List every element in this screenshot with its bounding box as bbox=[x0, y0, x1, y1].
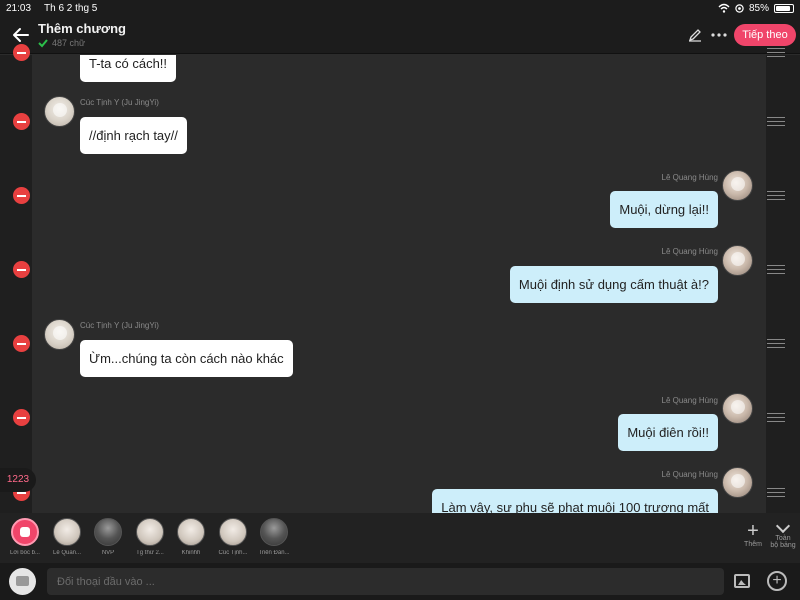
character-label: Khinhh bbox=[181, 550, 201, 556]
character-avatar bbox=[94, 518, 122, 546]
delete-message-button[interactable] bbox=[13, 261, 30, 278]
more-icon[interactable] bbox=[710, 28, 728, 42]
speaker-name: Lê Quang Hùng bbox=[661, 173, 719, 182]
check-icon bbox=[38, 39, 48, 48]
character-avatar bbox=[177, 518, 205, 546]
character-item[interactable]: Khinhh bbox=[168, 518, 214, 556]
message-bubble[interactable]: Làm vậy, sư phụ sẽ phạt muội 100 trượng … bbox=[432, 489, 718, 513]
drag-handle-icon[interactable] bbox=[767, 265, 785, 274]
chevron-down-icon bbox=[775, 518, 791, 534]
message-bubble[interactable]: //định rạch tay// bbox=[80, 117, 187, 154]
character-item[interactable]: Triển Đán... bbox=[251, 518, 297, 556]
plus-icon: + bbox=[747, 520, 759, 542]
counter-badge[interactable]: 1223 bbox=[0, 468, 36, 492]
drag-handle-icon[interactable] bbox=[767, 191, 785, 200]
message-bubble[interactable]: Ừm...chúng ta còn cách nào khác bbox=[80, 340, 293, 377]
speaker-name: Cúc Tịnh Y (Ju JingYi) bbox=[80, 321, 159, 330]
battery-percent: 85% bbox=[748, 2, 769, 14]
all-characters-button[interactable]: Toàn bộ bảng bbox=[768, 518, 798, 549]
avatar bbox=[722, 393, 753, 424]
avatar bbox=[722, 467, 753, 498]
dialogue-input[interactable] bbox=[47, 568, 724, 595]
top-bar: Thêm chương 487 chữ Tiếp theo bbox=[0, 16, 800, 54]
delete-message-button[interactable] bbox=[13, 409, 30, 426]
avatar bbox=[44, 319, 75, 350]
location-icon bbox=[735, 3, 744, 13]
word-count-row: 487 chữ bbox=[38, 38, 85, 48]
status-time: 21:03 bbox=[6, 2, 32, 14]
delete-message-button[interactable] bbox=[13, 187, 30, 204]
back-arrow-icon[interactable] bbox=[12, 26, 30, 44]
speaker-name: Lê Quang Hùng bbox=[661, 396, 719, 405]
input-bar: + bbox=[0, 563, 800, 600]
status-date: Th 6 2 thg 5 bbox=[44, 2, 98, 14]
character-item[interactable]: NVP bbox=[85, 518, 131, 556]
add-character-button[interactable]: + Thêm bbox=[740, 521, 766, 548]
character-label: Lời bốc b... bbox=[10, 550, 40, 556]
delete-message-button[interactable] bbox=[13, 335, 30, 352]
delete-message-button[interactable] bbox=[13, 113, 30, 130]
speaker-name: Lê Quang Hùng bbox=[661, 247, 719, 256]
status-bar: 21:03 Th 6 2 thg 5 85% bbox=[0, 0, 800, 16]
drag-handle-icon[interactable] bbox=[767, 488, 785, 497]
message-type-icon[interactable] bbox=[9, 568, 36, 595]
word-count: 487 chữ bbox=[52, 38, 86, 48]
message-bubble[interactable]: Muội định sử dụng cấm thuật à!? bbox=[509, 266, 718, 303]
character-narrator[interactable]: Lời bốc b... bbox=[2, 518, 48, 556]
character-label: Triển Đán... bbox=[258, 550, 290, 556]
character-avatar bbox=[260, 518, 288, 546]
all-characters-label-1: Toàn bbox=[775, 535, 791, 542]
chat-area[interactable]: T-ta có cách!! Cúc Tịnh Y (Ju JingYi) //… bbox=[32, 55, 766, 513]
pencil-icon[interactable] bbox=[688, 28, 702, 42]
character-item[interactable]: Tg thứ 2... bbox=[127, 518, 173, 556]
character-label: Cúc Tịnh... bbox=[218, 550, 248, 556]
character-label: Lê Quan... bbox=[52, 550, 82, 556]
character-label: NVP bbox=[101, 550, 115, 556]
page-title: Thêm chương bbox=[38, 21, 126, 36]
drag-handle-icon[interactable] bbox=[767, 117, 785, 126]
add-character-label: Thêm bbox=[744, 541, 762, 548]
character-item[interactable]: Cúc Tịnh... bbox=[210, 518, 256, 556]
message-bubble[interactable]: Muội điên rồi!! bbox=[618, 414, 718, 451]
character-avatar bbox=[219, 518, 247, 546]
plus-circle-icon[interactable]: + bbox=[767, 571, 787, 591]
narration-icon bbox=[11, 518, 39, 546]
all-characters-label-2: bộ bảng bbox=[770, 542, 796, 549]
character-avatar bbox=[53, 518, 81, 546]
drag-handle-icon[interactable] bbox=[767, 48, 785, 57]
drag-handle-icon[interactable] bbox=[767, 339, 785, 348]
speaker-name: Lê Quang Hùng bbox=[661, 470, 719, 479]
wifi-icon bbox=[718, 3, 730, 13]
avatar bbox=[722, 170, 753, 201]
avatar bbox=[722, 245, 753, 276]
message-bubble[interactable]: T-ta có cách!! bbox=[80, 55, 177, 82]
avatar bbox=[44, 96, 75, 127]
image-icon[interactable] bbox=[734, 574, 750, 588]
drag-handle-icon[interactable] bbox=[767, 413, 785, 422]
next-button[interactable]: Tiếp theo bbox=[734, 24, 796, 46]
character-item[interactable]: Lê Quan... bbox=[44, 518, 90, 556]
character-label: Tg thứ 2... bbox=[136, 550, 164, 556]
character-bar: Lời bốc b... Lê Quan... NVP Tg thứ 2... … bbox=[0, 513, 800, 563]
delete-message-button[interactable] bbox=[13, 44, 30, 61]
speaker-name: Cúc Tịnh Y (Ju JingYi) bbox=[80, 98, 159, 107]
character-avatar bbox=[136, 518, 164, 546]
message-bubble[interactable]: Muội, dừng lại!! bbox=[610, 191, 718, 228]
battery-icon bbox=[774, 3, 794, 13]
